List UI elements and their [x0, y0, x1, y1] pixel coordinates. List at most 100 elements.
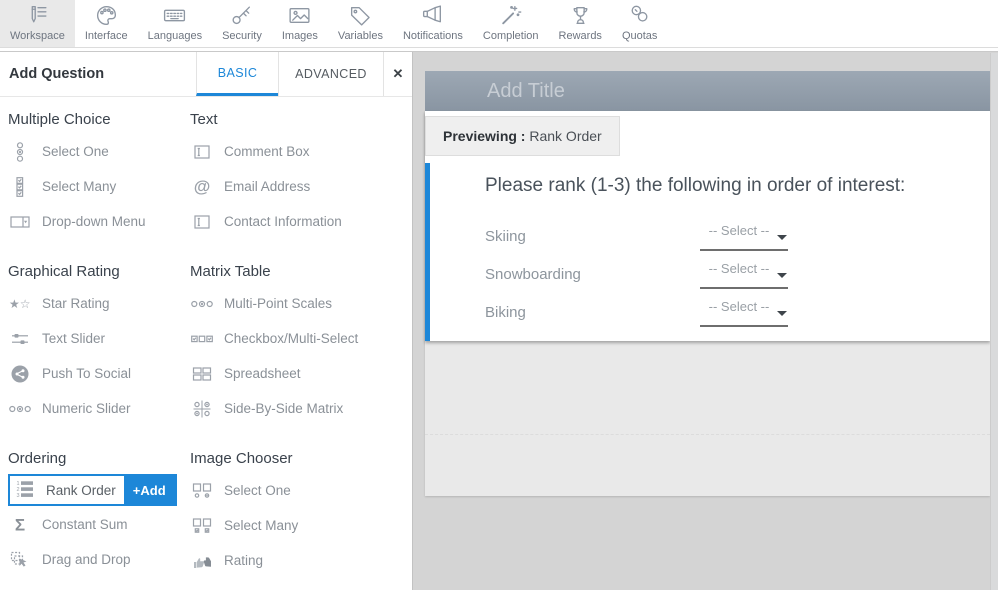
add-question-panel: Add Question BASIC ADVANCED ✕ Multiple C…: [0, 52, 413, 590]
item-label: Drop-down Menu: [42, 214, 146, 229]
preview-canvas: Add Title Previewing : Rank Order Please…: [413, 52, 998, 590]
chevron-down-icon: [777, 273, 787, 278]
item-checkbox-multi-select[interactable]: Checkbox/Multi-Select: [190, 321, 412, 356]
item-label: Rank Order: [46, 483, 116, 498]
item-label: Numeric Slider: [42, 401, 131, 416]
section-image-chooser: Image Chooser Select One Select Many Rat…: [190, 440, 412, 578]
tab-basic[interactable]: BASIC: [196, 52, 278, 96]
trophy-icon: [568, 3, 593, 28]
toolbar-item-quotas[interactable]: Quotas: [612, 0, 667, 47]
image-checkbox-icon: [190, 516, 214, 536]
toolbar-item-images[interactable]: Images: [272, 0, 328, 47]
item-image-select-many[interactable]: Select Many: [190, 508, 412, 543]
item-push-to-social[interactable]: Push To Social: [8, 356, 190, 391]
question-block: Please rank (1-3) the following in order…: [425, 163, 990, 341]
toolbar-item-interface[interactable]: Interface: [75, 0, 138, 47]
dropdown-box-icon: [8, 212, 32, 232]
share-circle-icon: [8, 364, 32, 384]
item-spreadsheet[interactable]: Spreadsheet: [190, 356, 412, 391]
close-icon[interactable]: ✕: [383, 52, 412, 96]
item-label: Text Slider: [42, 331, 105, 346]
item-label: Constant Sum: [42, 517, 128, 532]
page-divider: [425, 434, 990, 435]
rank-select-skiing[interactable]: -- Select --: [700, 222, 788, 251]
item-label: Checkbox/Multi-Select: [224, 331, 358, 346]
rank-row: Snowboarding -- Select --: [485, 255, 990, 293]
svg-text:3: 3: [17, 493, 20, 499]
select-value: -- Select --: [709, 261, 780, 276]
item-rank-order-selected[interactable]: 123 Rank Order +Add: [8, 474, 177, 506]
section-graphical-rating: Graphical Rating ★☆ Star Rating Text Sli…: [8, 253, 190, 426]
toolbar-item-workspace[interactable]: Workspace: [0, 0, 75, 47]
item-label: Side-By-Side Matrix: [224, 401, 343, 416]
item-label: Multi-Point Scales: [224, 296, 332, 311]
sigma-icon: Σ: [8, 515, 32, 535]
section-title: Ordering: [8, 450, 190, 467]
rank-row-label: Skiing: [485, 228, 700, 245]
vertical-scrollbar[interactable]: [990, 53, 998, 590]
rank-row: Skiing -- Select --: [485, 217, 990, 255]
item-image-select-one[interactable]: Select One: [190, 473, 412, 508]
numbered-list-icon: 123: [14, 480, 38, 500]
item-label: Select Many: [224, 518, 298, 533]
section-matrix-table: Matrix Table Multi-Point Scales Checkbox…: [190, 253, 412, 426]
item-comment-box[interactable]: Comment Box: [190, 134, 412, 169]
drag-cursor-icon: [8, 550, 32, 570]
survey-builder-app: Workspace Interface Languages Security I…: [0, 0, 998, 591]
rank-row-label: Biking: [485, 304, 700, 321]
toolbar-item-languages[interactable]: Languages: [138, 0, 212, 47]
item-contact-information[interactable]: Contact Information: [190, 204, 412, 239]
toolbar-label: Rewards: [559, 30, 602, 42]
item-side-by-side-matrix[interactable]: Side-By-Side Matrix: [190, 391, 412, 426]
section-text: Text Comment Box @ Email Address Contact…: [190, 101, 412, 239]
toolbar-item-variables[interactable]: Variables: [328, 0, 393, 47]
item-select-many[interactable]: Select Many: [8, 169, 190, 204]
slider-icon: [8, 329, 32, 349]
text-cursor-box-icon: [190, 212, 214, 232]
toolbar-label: Images: [282, 30, 318, 42]
toolbar-item-security[interactable]: Security: [212, 0, 272, 47]
item-image-rating[interactable]: Rating: [190, 543, 412, 578]
item-email-address[interactable]: @ Email Address: [190, 169, 412, 204]
toolbar-item-rewards[interactable]: Rewards: [549, 0, 612, 47]
chevron-down-icon: [777, 311, 787, 316]
add-button[interactable]: +Add: [124, 476, 175, 504]
image-radio-icon: [190, 481, 214, 501]
item-text-slider[interactable]: Text Slider: [8, 321, 190, 356]
previewing-badge: Previewing : Rank Order: [425, 116, 620, 156]
svg-text:@: @: [194, 177, 211, 196]
grid-icon: [190, 364, 214, 384]
rank-row: Biking -- Select --: [485, 293, 990, 331]
at-sign-icon: @: [190, 177, 214, 197]
item-multi-point-scales[interactable]: Multi-Point Scales: [190, 286, 412, 321]
item-constant-sum[interactable]: Σ Constant Sum: [8, 507, 190, 542]
tab-advanced[interactable]: ADVANCED: [278, 52, 383, 96]
item-select-one[interactable]: Select One: [8, 134, 190, 169]
panel-header: Add Question BASIC ADVANCED ✕: [0, 52, 412, 97]
section-title: Image Chooser: [190, 450, 412, 467]
item-drag-and-drop[interactable]: Drag and Drop: [8, 542, 190, 577]
select-value: -- Select --: [709, 299, 780, 314]
item-dropdown-menu[interactable]: Drop-down Menu: [8, 204, 190, 239]
tag-icon: [348, 3, 373, 28]
item-numeric-slider[interactable]: Numeric Slider: [8, 391, 190, 426]
toolbar-item-notifications[interactable]: Notifications: [393, 0, 473, 47]
section-multiple-choice: Multiple Choice Select One Select Many D…: [8, 101, 190, 239]
section-title: Text: [190, 111, 412, 128]
stars-icon: ★☆: [8, 294, 32, 314]
image-icon: [287, 3, 312, 28]
survey-title-input[interactable]: Add Title: [425, 71, 990, 111]
top-toolbar: Workspace Interface Languages Security I…: [0, 0, 998, 48]
thumbs-icon: [190, 551, 214, 571]
item-label: Select One: [224, 483, 291, 498]
item-label: Drag and Drop: [42, 552, 131, 567]
keyboard-icon: [162, 3, 187, 28]
item-star-rating[interactable]: ★☆ Star Rating: [8, 286, 190, 321]
toolbar-item-completion[interactable]: Completion: [473, 0, 549, 47]
rank-select-biking[interactable]: -- Select --: [700, 298, 788, 327]
section-title: Multiple Choice: [8, 111, 190, 128]
rank-select-snowboarding[interactable]: -- Select --: [700, 260, 788, 289]
toolbar-label: Variables: [338, 30, 383, 42]
toolbar-label: Interface: [85, 30, 128, 42]
svg-text:★☆: ★☆: [9, 297, 31, 311]
